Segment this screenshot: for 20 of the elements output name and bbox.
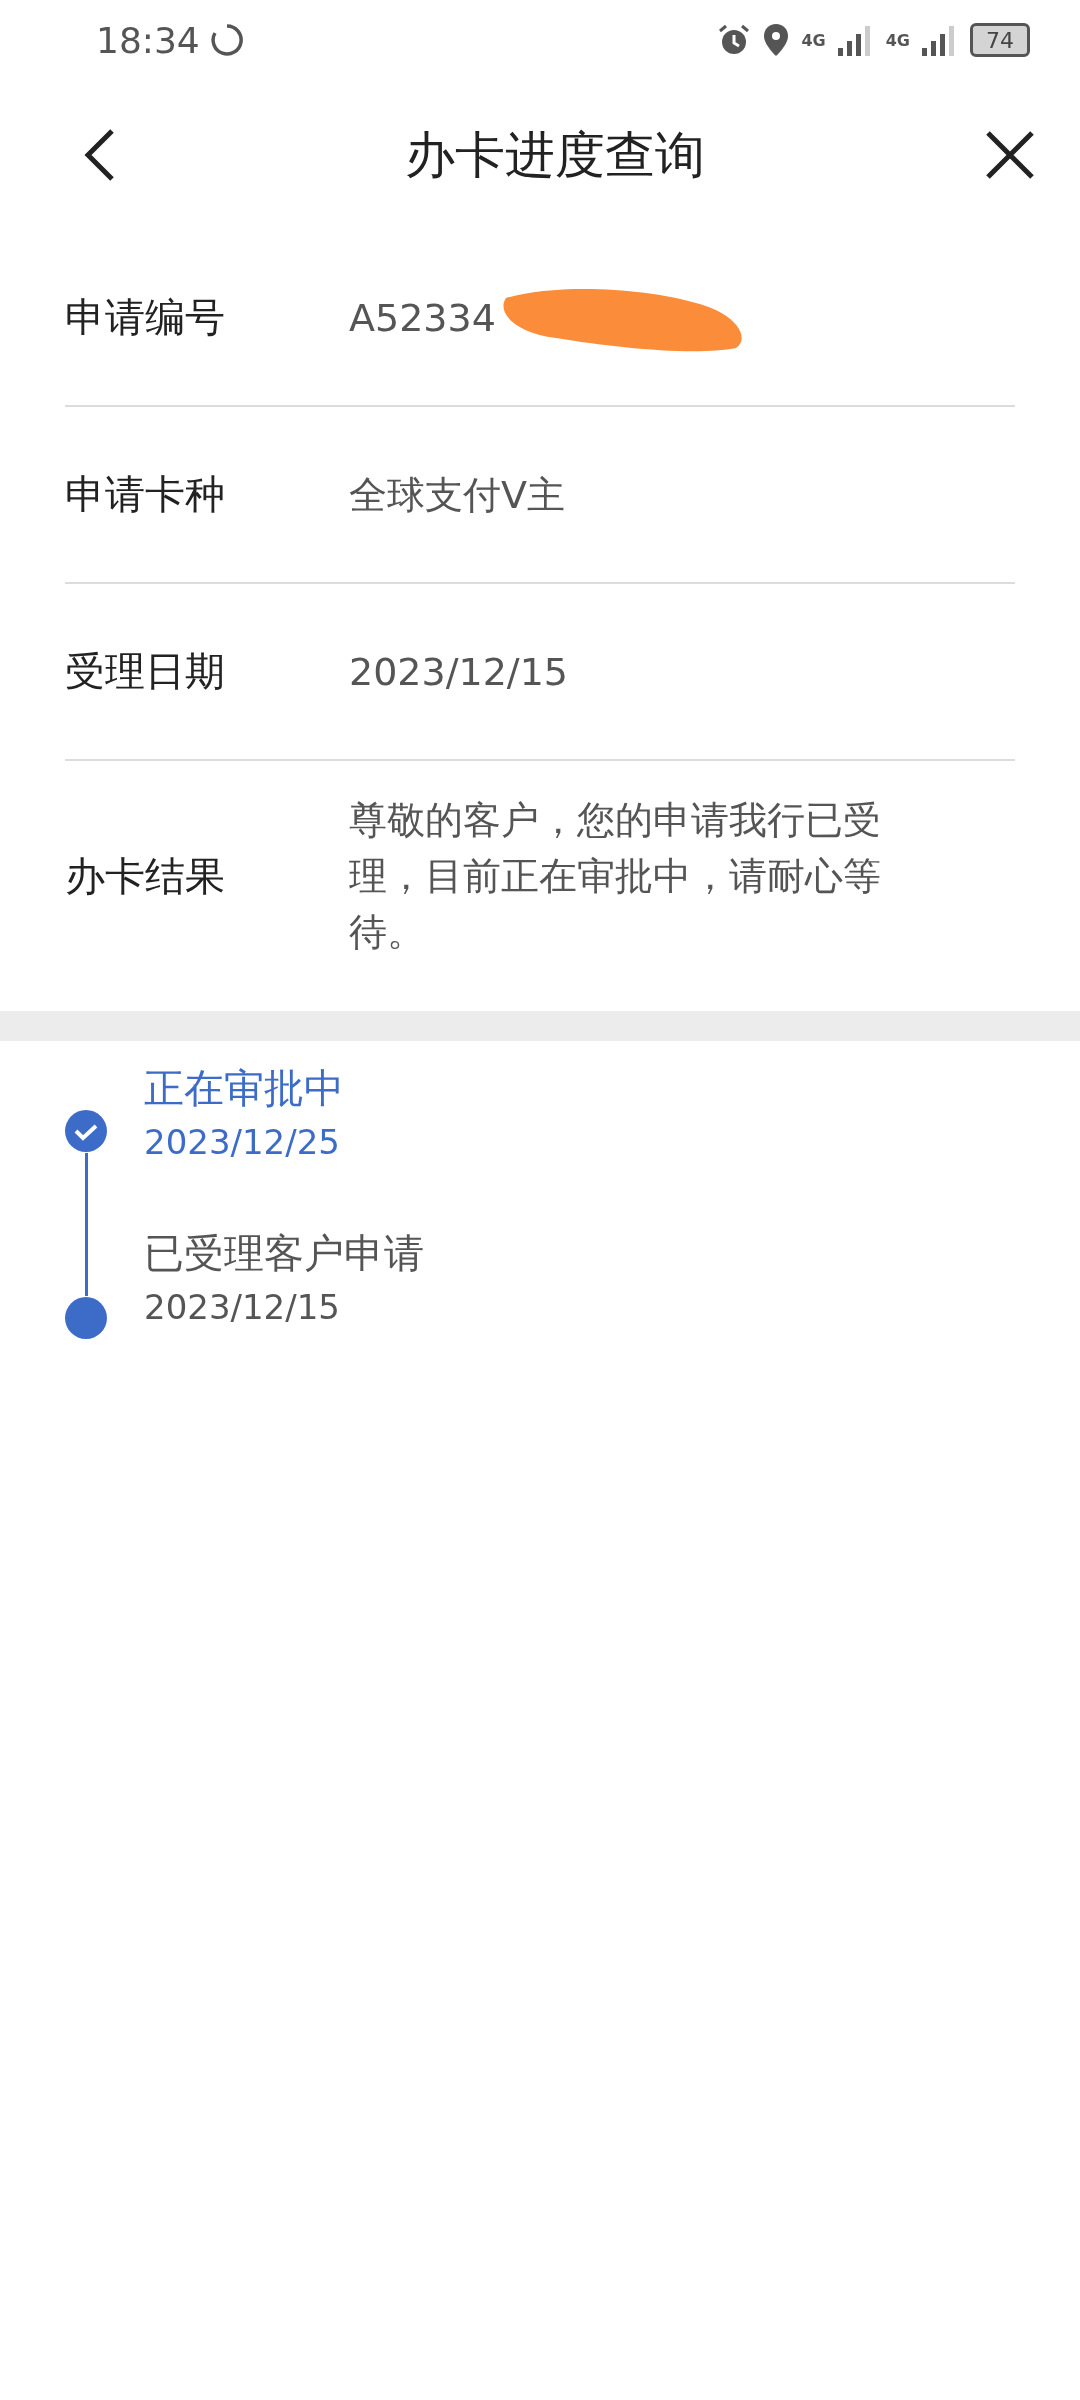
network-label: 4G	[801, 30, 826, 50]
step-title: 已受理客户申请	[144, 1229, 424, 1278]
field-label: 办卡结果	[65, 851, 226, 901]
alarm-icon	[717, 23, 752, 57]
status-time: 18:34	[96, 19, 200, 61]
field-value: 尊敬的客户，您的申请我行已受理，目前正在审批中，请耐心等待。	[349, 797, 882, 956]
network-label: 4G	[885, 30, 910, 50]
location-icon	[763, 23, 790, 57]
field-label: 受理日期	[65, 647, 226, 696]
battery-indicator: 74	[970, 23, 1030, 57]
field-label: 申请卡种	[65, 470, 226, 519]
field-value: 2023/12/15	[349, 648, 569, 696]
loading-icon	[209, 23, 244, 57]
step-date: 2023/12/25	[144, 1122, 341, 1162]
field-value: 全球支付V主	[349, 471, 565, 519]
step-date: 2023/12/15	[144, 1287, 341, 1327]
field-value: A52334	[349, 294, 496, 342]
step-title: 正在审批中	[144, 1064, 344, 1113]
field-label: 申请编号	[65, 293, 226, 342]
page-title: 办卡进度查询	[405, 124, 705, 186]
